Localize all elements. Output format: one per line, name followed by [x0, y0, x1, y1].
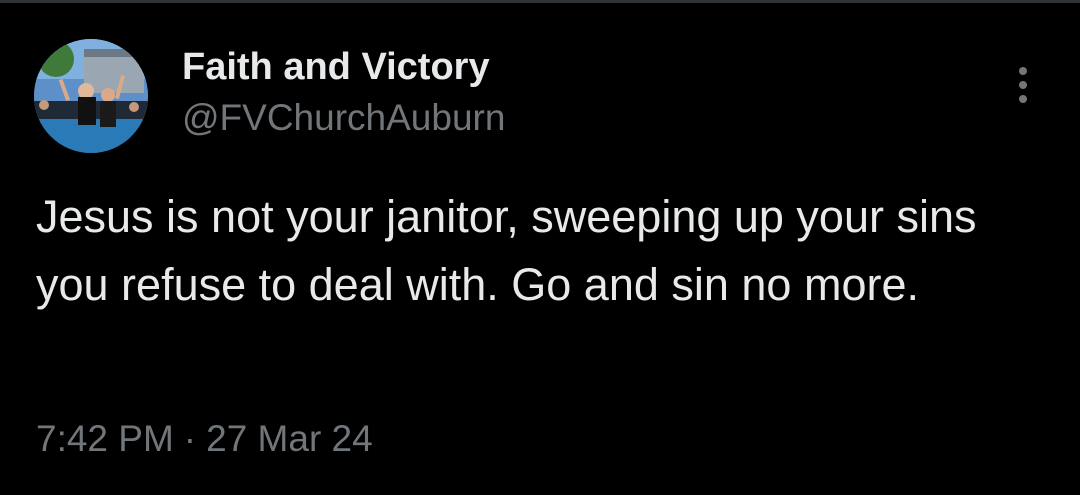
tweet-time[interactable]: 7:42 PM: [36, 418, 174, 459]
more-options-icon: [1019, 95, 1027, 103]
profile-photo-icon: [34, 39, 148, 153]
tweet-text: Jesus is not your janitor, sweeping up y…: [36, 191, 977, 310]
more-options-icon: [1019, 81, 1027, 89]
author-avatar[interactable]: [34, 39, 148, 153]
more-options-icon: [1019, 67, 1027, 75]
author-handle[interactable]: @FVChurchAuburn: [182, 95, 505, 141]
more-options-button[interactable]: [1006, 62, 1040, 108]
top-divider: [0, 0, 1080, 3]
tweet-meta: 7:42 PM · 27 Mar 24: [36, 416, 373, 462]
meta-separator: ·: [183, 418, 197, 459]
author-display-name[interactable]: Faith and Victory: [182, 44, 490, 90]
tweet-date[interactable]: 27 Mar 24: [206, 418, 373, 459]
